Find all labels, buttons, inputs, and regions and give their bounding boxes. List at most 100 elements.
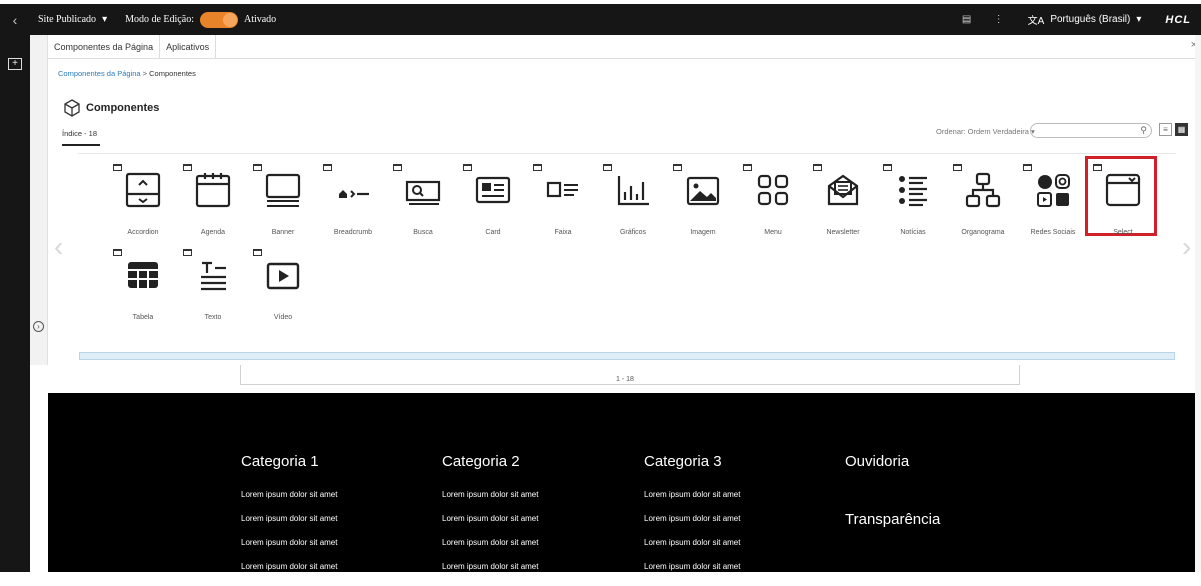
footer-link[interactable]: Lorem ipsum dolor sit amet <box>644 562 740 571</box>
video-icon <box>266 262 300 290</box>
component-newsletter[interactable]: Newsletter <box>811 164 875 244</box>
language-selector[interactable]: 文A Português (Brasil) ▾ <box>1028 12 1142 27</box>
folder-icon <box>393 164 402 171</box>
component-imagem[interactable]: Imagem <box>671 164 735 244</box>
footer-link[interactable]: Lorem ipsum dolor sit amet <box>442 562 538 571</box>
card-icon <box>475 176 511 204</box>
footer-ouvidoria-link[interactable]: Ouvidoria <box>845 453 909 470</box>
component-texto[interactable]: Texto <box>181 249 245 329</box>
search-box-icon <box>405 180 441 205</box>
component-label: Tabela <box>132 314 154 321</box>
site-footer: Categoria 1 Lorem ipsum dolor sit amet L… <box>48 393 1201 572</box>
folder-icon <box>183 164 192 171</box>
component-graficos[interactable]: Gráficos <box>601 164 665 244</box>
folder-icon <box>323 164 332 171</box>
component-label: Notícias <box>900 229 926 236</box>
folder-icon <box>533 164 542 171</box>
left-rail: + <box>0 35 30 572</box>
footer-link[interactable]: Lorem ipsum dolor sit amet <box>442 514 538 523</box>
sort-dropdown[interactable]: Ordenar: Ordem Verdadeira ▾ <box>936 127 1035 136</box>
site-published-dropdown[interactable]: Site Publicado ▾ <box>38 14 107 25</box>
component-label: Breadcrumb <box>333 229 373 236</box>
carousel-next-icon[interactable]: › <box>1182 231 1191 263</box>
component-tabela[interactable]: Tabela <box>111 249 175 329</box>
component-agenda[interactable]: Agenda <box>181 164 245 244</box>
page-info-icon[interactable]: ▤ <box>956 14 978 25</box>
search-input[interactable]: ⚲ <box>1030 123 1152 138</box>
footer-column-3: Categoria 3 Lorem ipsum dolor sit amet L… <box>644 453 740 586</box>
component-organograma[interactable]: Organograma <box>951 164 1015 244</box>
components-panel: Componentes da Página Aplicativos × Comp… <box>48 35 1201 383</box>
component-menu[interactable]: Menu <box>741 164 805 244</box>
panel-tabs: Componentes da Página Aplicativos × <box>48 35 1201 59</box>
sort-label: Ordenar: Ordem Verdadeira <box>936 127 1029 136</box>
footer-link[interactable]: Lorem ipsum dolor sit amet <box>241 538 337 547</box>
carousel-prev-icon[interactable]: ‹ <box>54 231 63 263</box>
left-strip: › <box>30 35 48 365</box>
folder-icon <box>183 249 192 256</box>
component-select[interactable]: Select <box>1085 156 1157 244</box>
select-icon <box>1105 173 1141 207</box>
footer-link[interactable]: Lorem ipsum dolor sit amet <box>241 562 337 571</box>
bar-chart-icon <box>617 176 649 206</box>
footer-link[interactable]: Lorem ipsum dolor sit amet <box>644 514 740 523</box>
component-breadcrumb[interactable]: Breadcrumb <box>321 164 385 244</box>
folder-icon <box>463 164 472 171</box>
tab-applications[interactable]: Aplicativos <box>160 35 217 58</box>
top-toolbar: ‹ Site Publicado ▾ Modo de Edição: Ativa… <box>0 0 1201 35</box>
component-label: Select <box>1113 229 1133 236</box>
component-accordion[interactable]: Accordion <box>111 164 175 244</box>
footer-link[interactable]: Lorem ipsum dolor sit amet <box>241 514 337 523</box>
back-button[interactable]: ‹ <box>0 4 30 35</box>
component-label: Faixa <box>554 229 572 236</box>
folder-icon <box>953 164 962 171</box>
folder-icon <box>603 164 612 171</box>
breadcrumb-root-link[interactable]: Componentes da Página <box>58 69 141 78</box>
page-content-frame <box>240 365 1020 385</box>
component-label: Gráficos <box>619 229 647 236</box>
language-label: Português (Brasil) <box>1050 14 1131 25</box>
footer-link[interactable]: Lorem ipsum dolor sit amet <box>241 490 337 499</box>
footer-column-1: Categoria 1 Lorem ipsum dolor sit amet L… <box>241 453 337 586</box>
edit-mode-state: Ativado <box>243 14 277 25</box>
component-banner[interactable]: Banner <box>251 164 315 244</box>
table-icon <box>128 262 158 288</box>
add-component-icon[interactable]: + <box>8 58 22 70</box>
component-label: Redes Sociais <box>1030 229 1076 236</box>
tab-page-components[interactable]: Componentes da Página <box>48 35 161 58</box>
component-noticias[interactable]: Notícias <box>881 164 945 244</box>
footer-transparencia-link[interactable]: Transparência <box>845 511 940 528</box>
footer-link[interactable]: Lorem ipsum dolor sit amet <box>644 490 740 499</box>
expand-arrow-icon[interactable]: › <box>33 321 44 332</box>
folder-icon <box>883 164 892 171</box>
panel-title-text: Componentes <box>86 102 160 114</box>
component-busca[interactable]: Busca <box>391 164 455 244</box>
footer-link[interactable]: Lorem ipsum dolor sit amet <box>442 490 538 499</box>
more-options-icon[interactable]: ⋮ <box>988 14 1010 25</box>
folder-icon <box>253 249 262 256</box>
folder-icon <box>743 164 752 171</box>
component-card[interactable]: Card <box>461 164 525 244</box>
chevron-left-icon: ‹ <box>12 11 18 28</box>
folder-icon <box>113 164 122 171</box>
footer-link[interactable]: Lorem ipsum dolor sit amet <box>644 538 740 547</box>
list-view-icon[interactable]: ≡ <box>1159 123 1172 136</box>
component-video[interactable]: Vídeo <box>251 249 315 329</box>
panel-title: Componentes <box>62 98 159 118</box>
newsletter-icon <box>827 174 859 206</box>
edit-mode-toggle[interactable] <box>199 11 238 28</box>
grid-view-icon[interactable]: ▦ <box>1175 123 1188 136</box>
footer-link[interactable]: Lorem ipsum dolor sit amet <box>442 538 538 547</box>
components-grid: Accordion Agenda Banner Breadcrumb Busca… <box>78 153 1176 353</box>
footer-column-2: Categoria 2 Lorem ipsum dolor sit amet L… <box>442 453 538 586</box>
index-tab[interactable]: Índice - 18 <box>62 129 100 146</box>
component-faixa[interactable]: Faixa <box>531 164 595 244</box>
page-scrollbar[interactable] <box>1195 35 1201 572</box>
component-label: Texto <box>204 314 222 321</box>
text-icon <box>201 261 226 291</box>
folder-icon <box>1093 164 1102 171</box>
component-redes-sociais[interactable]: Redes Sociais <box>1021 164 1085 244</box>
component-label: Agenda <box>200 229 226 236</box>
hcl-logo: HCL <box>1165 13 1191 26</box>
edit-mode-label: Modo de Edição: <box>125 14 194 25</box>
